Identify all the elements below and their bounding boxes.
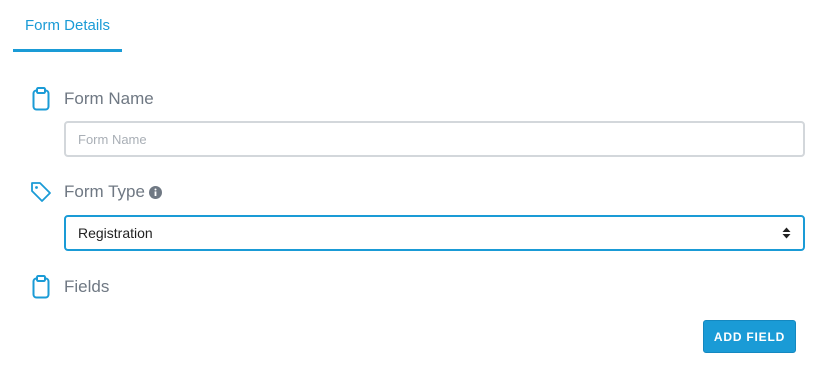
clipboard-icon <box>30 86 52 112</box>
form-name-input[interactable] <box>64 121 805 157</box>
tag-icon <box>30 179 52 205</box>
select-arrows-icon <box>781 226 791 240</box>
form-details-page: Form Details Form Name Form Type <box>0 0 838 385</box>
form-name-label: Form Name <box>64 89 154 108</box>
info-circle-icon[interactable] <box>148 185 162 199</box>
form-type-label: Form Type <box>64 182 145 201</box>
fields-section-header: Fields <box>30 274 109 300</box>
clipboard-icon <box>30 274 52 300</box>
form-type-section-header: Form Type <box>30 179 162 205</box>
fields-label: Fields <box>64 277 110 296</box>
form-type-select[interactable]: Registration <box>64 215 805 251</box>
add-field-button[interactable]: ADD FIELD <box>703 320 796 353</box>
add-field-button-label: ADD FIELD <box>713 329 786 344</box>
tab-form-details-label: Form Details <box>24 17 110 34</box>
form-type-selected-value: Registration <box>78 225 153 241</box>
tab-form-details[interactable]: Form Details <box>13 0 122 52</box>
form-name-section-header: Form Name <box>30 86 154 112</box>
